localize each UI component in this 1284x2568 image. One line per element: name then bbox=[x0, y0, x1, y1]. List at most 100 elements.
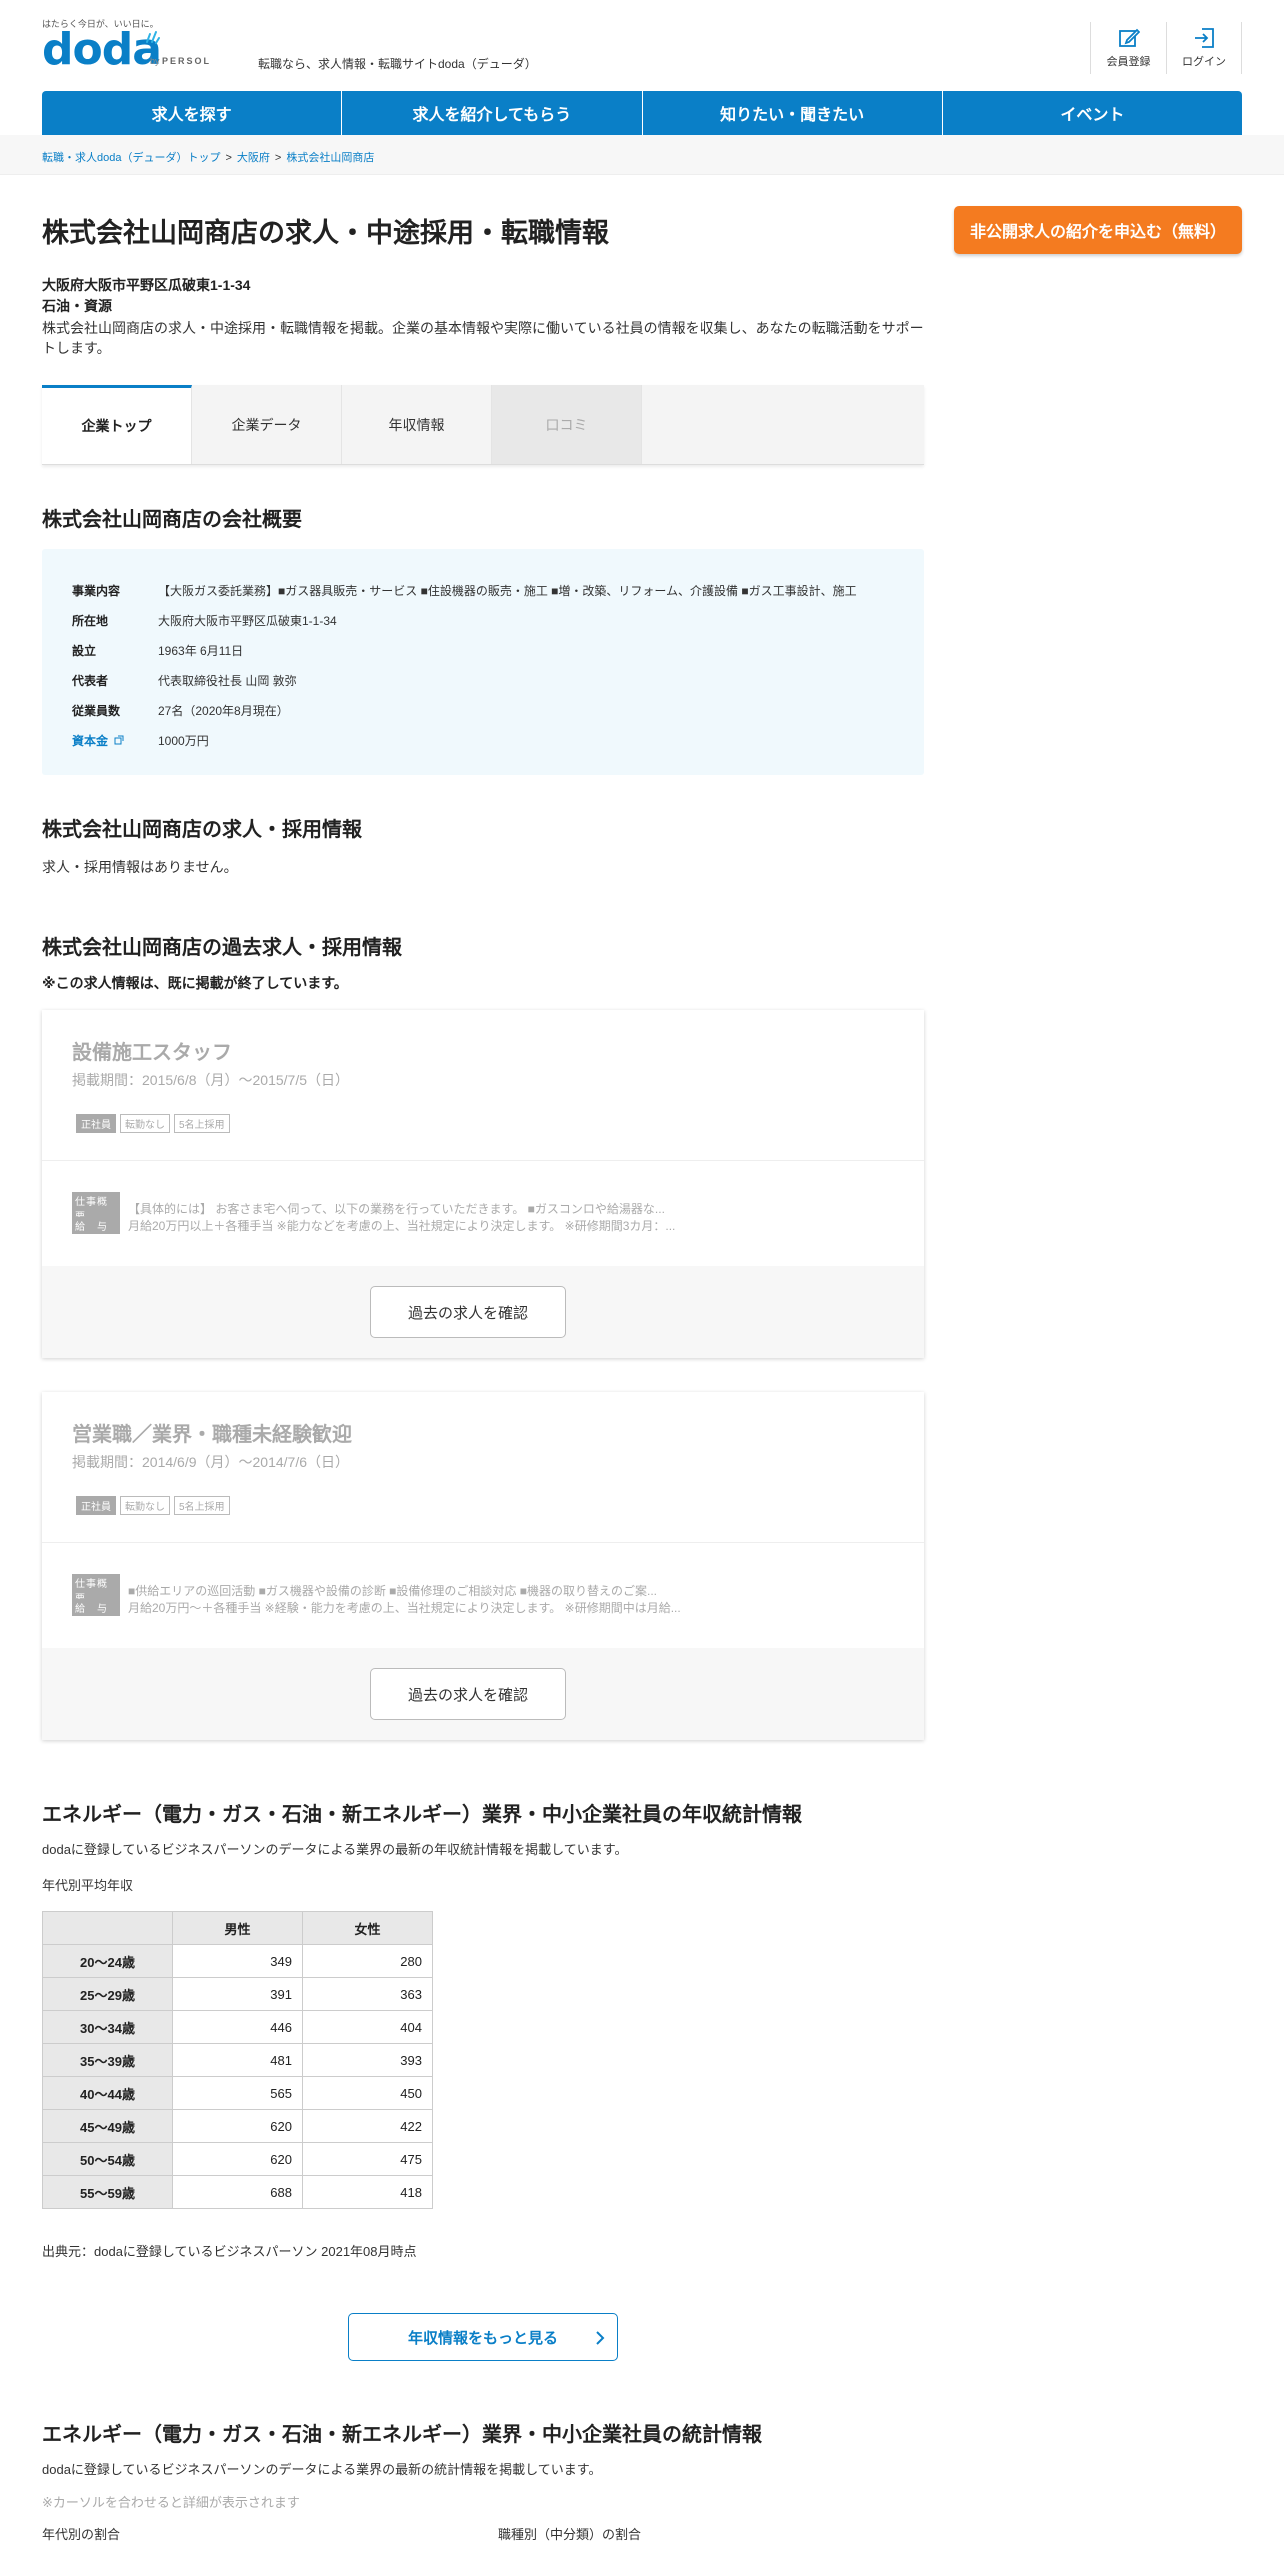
breadcrumb-top[interactable]: 転職・求人doda（デューダ）トップ bbox=[42, 152, 220, 164]
age-group: 30～34歳 bbox=[42, 2010, 173, 2044]
table-row: 25～29歳 391 363 bbox=[42, 1977, 433, 2011]
table-row: 30～34歳 446 404 bbox=[42, 2010, 433, 2044]
overview-value: 27名（2020年8月現在） bbox=[158, 703, 289, 718]
persol-byline: by PERSOL bbox=[150, 56, 212, 66]
male-salary: 565 bbox=[172, 2076, 303, 2110]
tab-salary-info[interactable]: 年収情報 bbox=[342, 385, 492, 464]
female-salary: 363 bbox=[302, 1977, 433, 2011]
age-group: 25～29歳 bbox=[42, 1977, 173, 2011]
overview-row: 代表者 代表取締役社長 山岡 敦弥 bbox=[72, 665, 894, 695]
job-tag: 5名上採用 bbox=[174, 1114, 230, 1133]
breadcrumb-osaka[interactable]: 大阪府 bbox=[237, 152, 270, 164]
overview-value: 1963年 6月11日 bbox=[158, 643, 244, 658]
salary-description: dodaに登録しているビジネスパーソンのデータによる業界の最新の年収統計情報を掲… bbox=[42, 1842, 628, 1857]
column-male: 男性 bbox=[172, 1911, 303, 1945]
overview-value: 1000万円 bbox=[158, 733, 209, 748]
more-salary-info-button[interactable]: 年収情報をもっと見る bbox=[348, 2313, 618, 2361]
female-salary: 475 bbox=[302, 2142, 433, 2176]
no-jobs-message: 求人・採用情報はありません。 bbox=[42, 859, 238, 875]
female-salary: 418 bbox=[302, 2175, 433, 2209]
overview-key: 代表者 bbox=[72, 673, 109, 688]
past-jobs-heading: 株式会社山岡商店の過去求人・採用情報 bbox=[42, 937, 402, 959]
job-salary: 給 与月給20万円以上＋各種手当 ※能力などを考慮の上、当社規定により決定します… bbox=[72, 1217, 675, 1234]
overview-value: 大阪府大阪市平野区瓜破東1-1-34 bbox=[158, 613, 337, 628]
tab-company-data[interactable]: 企業データ bbox=[192, 385, 342, 464]
salary-heading: エネルギー（電力・ガス・石油・新エネルギー）業界・中小企業社員の年収統計情報 bbox=[42, 1804, 802, 1826]
stats-heading: エネルギー（電力・ガス・石油・新エネルギー）業界・中小企業社員の統計情報 bbox=[42, 2424, 762, 2446]
job-tag: 正社員 bbox=[76, 1496, 116, 1515]
past-job-card: 営業職／業界・職種未経験歓迎 掲載期間：2014/6/9（月）～2014/7/6… bbox=[42, 1392, 924, 1740]
logo-spark-icon bbox=[146, 31, 160, 44]
apply-private-jobs-button[interactable]: 非公開求人の紹介を申込む（無料） bbox=[954, 206, 1242, 254]
salary-table: 男性 女性 20～24歳 349 280 25～29歳 391 363 30～34歳 446 40… bbox=[42, 1911, 433, 2209]
nav-search-jobs[interactable]: 求人を探す bbox=[42, 91, 343, 135]
site-description: 転職なら、求人情報・転職サイトdoda（デューダ） bbox=[258, 57, 537, 71]
overview-value: 【大阪ガス委託業務】■ガス器具販売・サービス ■住設機器の販売・施工 ■増・改築… bbox=[158, 583, 857, 598]
age-group: 20～24歳 bbox=[42, 1944, 173, 1978]
overview-key: 設立 bbox=[72, 643, 97, 658]
overview-key: 事業内容 bbox=[72, 583, 121, 598]
breadcrumb: 転職・求人doda（デューダ）トップ > 大阪府 > 株式会社山岡商店 bbox=[42, 152, 375, 164]
tab-reviews: 口コミ bbox=[492, 385, 642, 464]
overview-key: 従業員数 bbox=[72, 703, 121, 718]
login-icon bbox=[1195, 28, 1214, 48]
age-group: 35～39歳 bbox=[42, 2043, 173, 2077]
female-salary: 393 bbox=[302, 2043, 433, 2077]
site-header: はたらく今日が、いい日に。 doda by PERSOL 転職なら、求人情報・転… bbox=[0, 0, 1284, 86]
edit-icon bbox=[1118, 28, 1140, 47]
capital-link[interactable]: 資本金 bbox=[72, 732, 158, 749]
table-row: 45～49歳 620 422 bbox=[42, 2109, 433, 2143]
company-address: 大阪府大阪市平野区瓜破東1-1-34 bbox=[42, 277, 251, 293]
job-period: 掲載期間：2014/6/9（月）～2014/7/6（日） bbox=[72, 1454, 349, 1470]
table-row: 20～24歳 349 280 bbox=[42, 1944, 433, 1978]
overview-row: 資本金 1000万円 bbox=[72, 725, 894, 755]
job-title[interactable]: 設備施工スタッフ bbox=[72, 1036, 232, 1065]
job-period: 掲載期間：2015/6/8（月）～2015/7/5（日） bbox=[72, 1072, 349, 1088]
view-past-job-button[interactable]: 過去の求人を確認 bbox=[370, 1286, 566, 1338]
female-salary: 450 bbox=[302, 2076, 433, 2110]
male-salary: 446 bbox=[172, 2010, 303, 2044]
male-salary: 349 bbox=[172, 1944, 303, 1978]
stats-hint: ※カーソルを合わせると詳細が表示されます bbox=[42, 2495, 300, 2510]
age-group: 40～44歳 bbox=[42, 2076, 173, 2110]
nav-job-introduction[interactable]: 求人を紹介してもらう bbox=[342, 91, 643, 135]
stats-description: dodaに登録しているビジネスパーソンのデータによる業界の最新の統計情報を掲載し… bbox=[42, 2462, 602, 2477]
table-row: 50～54歳 620 475 bbox=[42, 2142, 433, 2176]
nav-learn[interactable]: 知りたい・聞きたい bbox=[643, 91, 943, 135]
breadcrumb-company[interactable]: 株式会社山岡商店 bbox=[286, 152, 374, 164]
column-female: 女性 bbox=[302, 1911, 433, 1945]
job-type-ratio-caption: 職種別（中分類）の割合 bbox=[498, 2527, 642, 2542]
view-past-job-button[interactable]: 過去の求人を確認 bbox=[370, 1668, 566, 1720]
jobs-heading: 株式会社山岡商店の求人・採用情報 bbox=[42, 819, 362, 841]
global-nav: 求人を探す 求人を紹介してもらう 知りたい・聞きたい イベント bbox=[42, 91, 1242, 135]
job-tag: 5名上採用 bbox=[174, 1496, 230, 1515]
register-button[interactable]: 会員登録 bbox=[1090, 22, 1166, 74]
female-salary: 280 bbox=[302, 1944, 433, 1978]
female-salary: 422 bbox=[302, 2109, 433, 2143]
male-salary: 481 bbox=[172, 2043, 303, 2077]
overview-row: 設立 1963年 6月11日 bbox=[72, 635, 894, 665]
external-link-icon bbox=[114, 735, 124, 744]
job-tag: 転勤なし bbox=[120, 1114, 170, 1133]
age-group: 50～54歳 bbox=[42, 2142, 173, 2176]
age-ratio-caption: 年代別の割合 bbox=[42, 2527, 121, 2542]
company-industry: 石油・資源 bbox=[42, 298, 112, 314]
overview-row: 事業内容 【大阪ガス委託業務】■ガス器具販売・サービス ■住設機器の販売・施工 ■… bbox=[72, 575, 894, 605]
nav-events[interactable]: イベント bbox=[943, 91, 1242, 135]
table-row: 35～39歳 481 393 bbox=[42, 2043, 433, 2077]
overview-key: 所在地 bbox=[72, 613, 109, 628]
job-title[interactable]: 営業職／業界・職種未経験歓迎 bbox=[72, 1418, 352, 1447]
age-group: 55～59歳 bbox=[42, 2175, 173, 2209]
job-tag: 転勤なし bbox=[120, 1496, 170, 1515]
female-salary: 404 bbox=[302, 2010, 433, 2044]
male-salary: 620 bbox=[172, 2109, 303, 2143]
login-button[interactable]: ログイン bbox=[1166, 22, 1242, 74]
company-tabs: 企業トップ 企業データ 年収情報 口コミ bbox=[42, 385, 924, 465]
overview-row: 従業員数 27名（2020年8月現在） bbox=[72, 695, 894, 725]
past-jobs-notice: ※この求人情報は、既に掲載が終了しています。 bbox=[42, 975, 348, 991]
chevron-right-icon bbox=[596, 2331, 605, 2345]
job-salary: 給 与月給20万円～＋各種手当 ※経験・能力を考慮の上、当社規定により決定します… bbox=[72, 1599, 681, 1616]
salary-caption: 年代別平均年収 bbox=[42, 1878, 134, 1893]
tab-company-top[interactable]: 企業トップ bbox=[42, 385, 192, 464]
table-row: 55～59歳 688 418 bbox=[42, 2175, 433, 2209]
